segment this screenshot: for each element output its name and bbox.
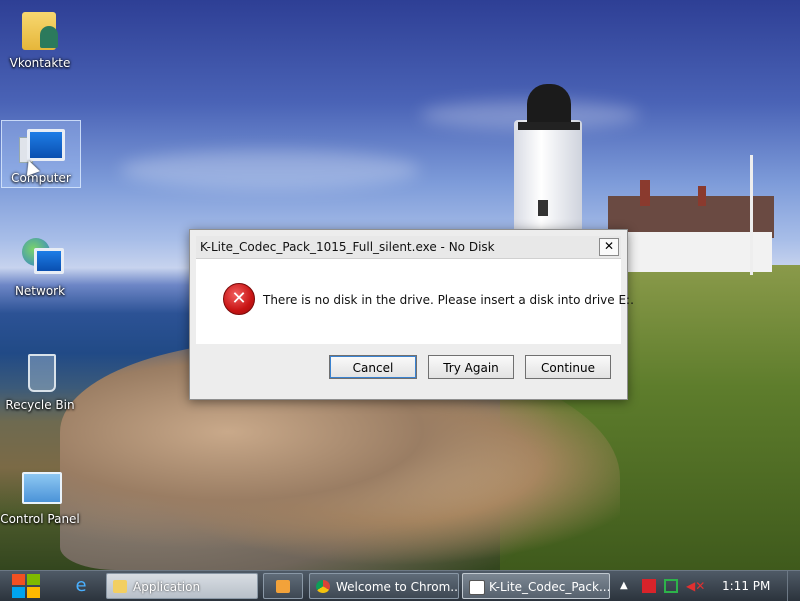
internet-explorer-icon[interactable]: e — [70, 575, 92, 597]
desktop-icon-vkontakte[interactable]: Vkontakte — [0, 6, 80, 76]
desktop-icon-network[interactable]: Network — [0, 234, 80, 302]
network-icon — [16, 234, 64, 282]
taskbar-item-media-player[interactable] — [263, 573, 303, 599]
lighthouse-lantern — [527, 84, 571, 124]
desktop-icon-label: Control Panel — [0, 512, 80, 526]
show-desktop-button[interactable] — [787, 571, 800, 601]
folder-icon — [113, 580, 127, 593]
continue-button[interactable]: Continue — [525, 355, 611, 379]
error-icon: ✕ — [223, 283, 255, 315]
control-panel-icon — [16, 462, 64, 510]
desktop-icon-control-panel[interactable]: Control Panel — [0, 462, 80, 530]
taskbar-item-k-lite[interactable]: K-Lite_Codec_Pack... — [462, 573, 610, 599]
desktop-icon-label: Network — [14, 284, 66, 298]
show-hidden-icons-icon[interactable]: ▲ — [620, 579, 634, 593]
dialog-message: There is no disk in the drive. Please in… — [263, 293, 634, 307]
dialog-content: ✕ There is no disk in the drive. Please … — [196, 259, 634, 344]
taskbar-item-application[interactable]: Application — [106, 573, 258, 599]
windows-logo-icon — [27, 587, 40, 598]
flag-pole — [750, 155, 753, 275]
dialog-titlebar[interactable]: K-Lite_Codec_Pack_1015_Full_silent.exe -… — [196, 236, 621, 259]
dialog-title: K-Lite_Codec_Pack_1015_Full_silent.exe -… — [200, 240, 495, 254]
cloud — [120, 150, 420, 190]
taskbar: e Application Welcome to Chrom... K-Lite… — [0, 570, 800, 601]
taskbar-item-label: K-Lite_Codec_Pack... — [489, 580, 610, 594]
media-player-icon — [276, 580, 290, 593]
window-icon — [469, 580, 485, 595]
lighthouse-rail — [518, 122, 580, 130]
clock[interactable]: 1:11 PM — [722, 579, 770, 593]
desktop-icon-label: Computer — [11, 171, 71, 185]
volume-muted-icon[interactable]: ◀✕ — [686, 579, 705, 593]
house — [612, 232, 772, 272]
cancel-button[interactable]: Cancel — [329, 355, 417, 379]
chimney — [640, 180, 650, 206]
try-again-button[interactable]: Try Again — [428, 355, 514, 379]
lighthouse-window — [538, 200, 548, 216]
no-disk-dialog: K-Lite_Codec_Pack_1015_Full_silent.exe -… — [189, 229, 634, 400]
network-tray-icon[interactable] — [664, 579, 678, 593]
start-button[interactable] — [8, 571, 44, 601]
system-tray: ▲ ◀✕ 1:11 PM — [614, 571, 800, 601]
close-button[interactable]: ✕ — [599, 238, 619, 256]
taskbar-item-label: Welcome to Chrom... — [336, 580, 459, 594]
chrome-icon — [316, 580, 330, 593]
windows-logo-icon — [12, 574, 25, 585]
desktop-icon-recycle-bin[interactable]: Recycle Bin — [0, 348, 80, 416]
chimney — [698, 186, 706, 206]
desktop-icon-label: Recycle Bin — [5, 398, 75, 412]
taskbar-item-chrome[interactable]: Welcome to Chrom... — [309, 573, 459, 599]
recycle-bin-icon — [16, 348, 64, 396]
windows-logo-icon — [12, 587, 25, 598]
desktop-icon-label: Vkontakte — [9, 56, 71, 70]
windows-logo-icon — [27, 574, 40, 585]
flag-icon[interactable] — [642, 579, 656, 593]
taskbar-item-label: Application — [133, 580, 201, 594]
user-folder-icon — [16, 6, 64, 54]
desktop-icon-computer[interactable]: Computer — [1, 120, 81, 188]
